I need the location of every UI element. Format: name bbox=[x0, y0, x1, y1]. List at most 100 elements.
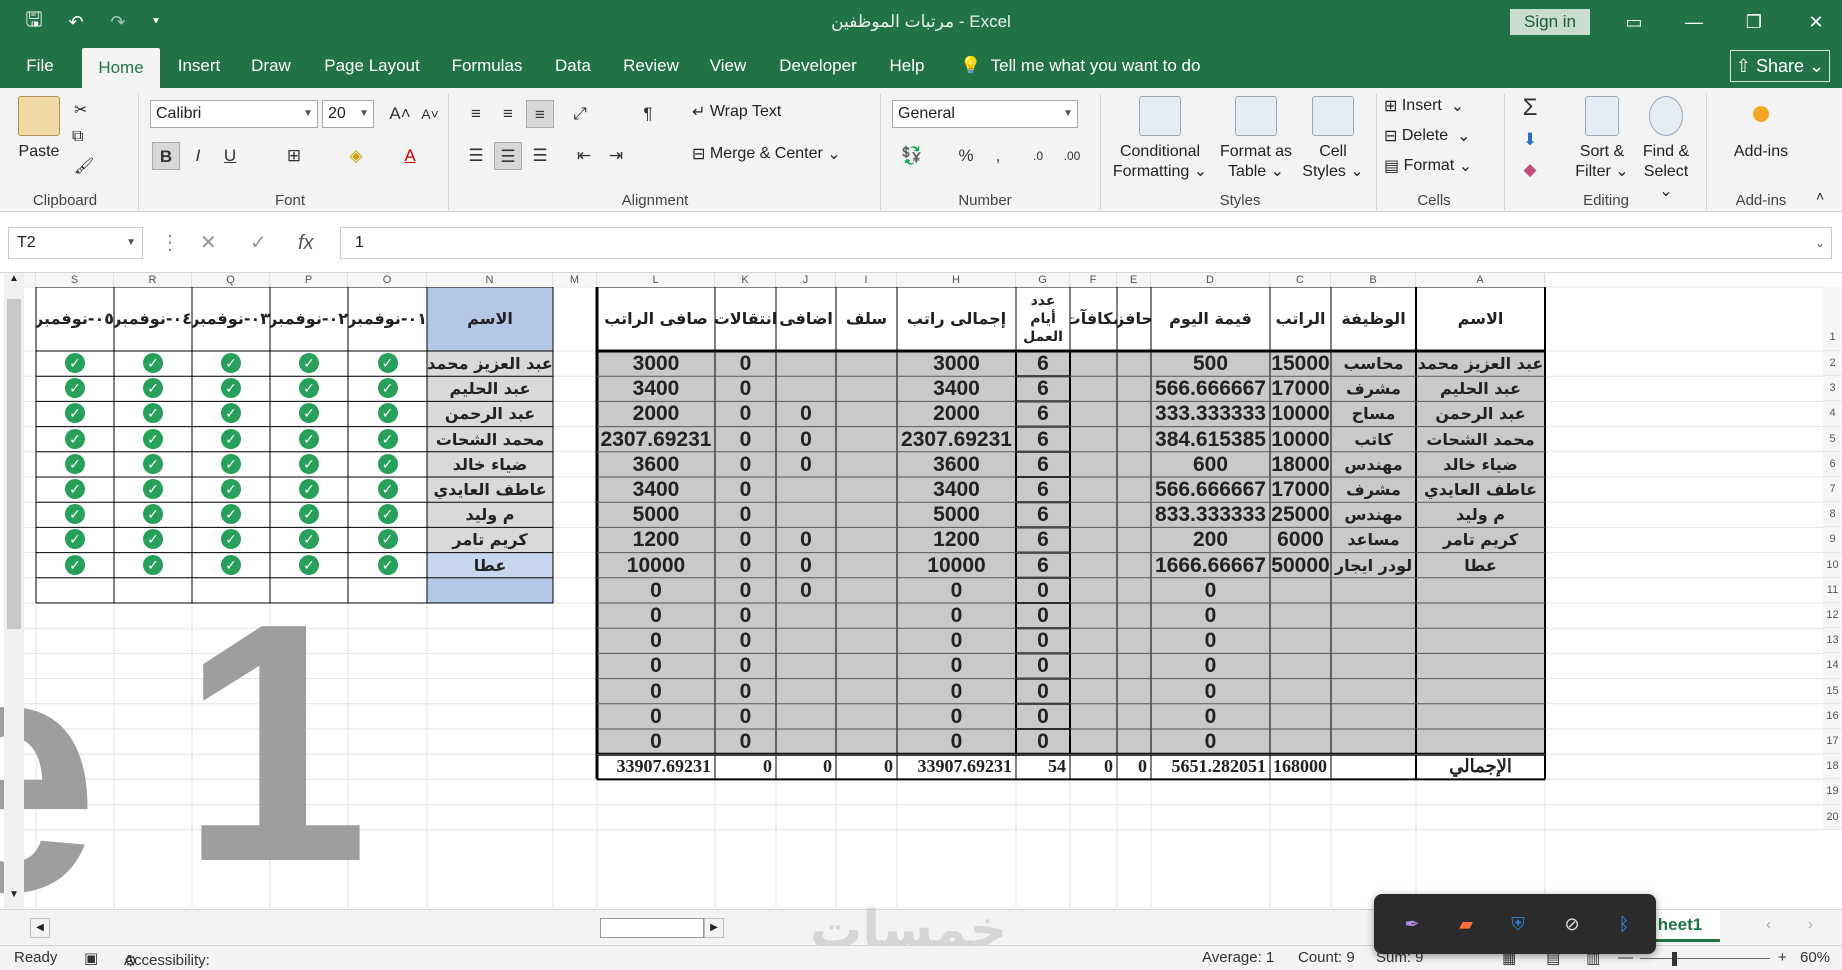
column-header-N[interactable]: N bbox=[427, 273, 553, 287]
merge-center-button[interactable]: ⊟ Merge & Center ⌄ bbox=[692, 144, 841, 164]
sign-in-button[interactable]: Sign in bbox=[1510, 9, 1590, 35]
salary-cell[interactable]: 333.333333 bbox=[1151, 401, 1270, 426]
delete-cells-button[interactable]: ⊟ Delete ⌄ bbox=[1384, 126, 1470, 146]
scroll-down-icon[interactable]: ▼ bbox=[4, 889, 24, 909]
salary-cell[interactable]: 0 bbox=[597, 729, 715, 754]
hidden-eye-icon[interactable]: ⊘ bbox=[1558, 911, 1586, 937]
row-header-5[interactable]: 5 bbox=[1823, 426, 1842, 452]
column-header-F[interactable]: F bbox=[1070, 273, 1117, 287]
clear-icon[interactable]: ◆ bbox=[1516, 156, 1544, 184]
salary-cell[interactable]: 17000 bbox=[1270, 376, 1331, 401]
row-header-18[interactable]: 18 bbox=[1823, 754, 1842, 780]
attendance-cell[interactable]: ✓ bbox=[36, 477, 114, 502]
underline-button[interactable]: U bbox=[216, 142, 244, 170]
attendance-cell[interactable]: ✓ bbox=[36, 427, 114, 452]
salary-header[interactable]: عدد أيام العمل bbox=[1016, 287, 1070, 351]
attendance-cell[interactable]: ✓ bbox=[192, 401, 270, 426]
row-header-4[interactable]: 4 bbox=[1823, 401, 1842, 427]
salary-cell[interactable]: عبد العزيز محمد bbox=[1416, 351, 1545, 376]
column-header-P[interactable]: P bbox=[270, 273, 348, 287]
attendance-cell[interactable]: ✓ bbox=[348, 477, 427, 502]
attendance-name-header[interactable]: الاسم bbox=[427, 287, 553, 351]
scroll-left-icon[interactable]: ◀ bbox=[30, 918, 50, 938]
attendance-cell[interactable]: ✓ bbox=[36, 502, 114, 527]
attendance-cell[interactable]: ✓ bbox=[192, 376, 270, 401]
attendance-cell[interactable]: ✓ bbox=[114, 477, 192, 502]
accounting-format-icon[interactable]: 💱 bbox=[898, 142, 926, 170]
salary-total-cell[interactable]: 0 bbox=[776, 754, 836, 779]
salary-total-cell[interactable]: 0 bbox=[1117, 754, 1151, 779]
attendance-cell[interactable]: ✓ bbox=[36, 351, 114, 376]
salary-cell[interactable]: 0 bbox=[715, 351, 776, 376]
salary-total-cell[interactable]: 0 bbox=[715, 754, 776, 779]
column-header-C[interactable]: C bbox=[1270, 273, 1331, 287]
align-middle-icon[interactable]: ≡ bbox=[494, 100, 522, 128]
salary-cell[interactable]: 6 bbox=[1016, 527, 1070, 552]
salary-cell[interactable]: 1666.66667 bbox=[1151, 553, 1270, 578]
align-left-icon[interactable]: ☰ bbox=[462, 142, 490, 170]
salary-cell[interactable]: 3000 bbox=[897, 351, 1016, 376]
salary-cell[interactable]: 50000 bbox=[1270, 553, 1331, 578]
worksheet-grid[interactable]: S R Q P O N M L K J I H G F E D C B A 1 2 3 4 5 6 7 8 9 10 11 12 13 14 15… bbox=[0, 273, 1842, 909]
attendance-cell[interactable]: ✓ bbox=[348, 401, 427, 426]
salary-cell[interactable]: 3600 bbox=[897, 452, 1016, 477]
row-header-6[interactable]: 6 bbox=[1823, 451, 1842, 477]
autosum-icon[interactable]: Σ bbox=[1516, 94, 1544, 122]
salary-cell[interactable]: 0 bbox=[1151, 653, 1270, 678]
salary-cell[interactable]: 0 bbox=[776, 452, 836, 477]
salary-cell[interactable]: 5000 bbox=[897, 502, 1016, 527]
salary-cell[interactable]: 6 bbox=[1016, 427, 1070, 452]
salary-cell[interactable]: 1200 bbox=[897, 527, 1016, 552]
salary-cell[interactable]: 0 bbox=[597, 653, 715, 678]
salary-cell[interactable]: 3400 bbox=[897, 376, 1016, 401]
salary-cell[interactable]: 6000 bbox=[1270, 527, 1331, 552]
column-header-D[interactable]: D bbox=[1151, 273, 1270, 287]
salary-cell[interactable]: 0 bbox=[597, 603, 715, 628]
salary-cell[interactable]: 833.333333 bbox=[1151, 502, 1270, 527]
attendance-cell[interactable]: ✓ bbox=[348, 376, 427, 401]
conditional-formatting-button[interactable]: Conditional Formatting ⌄ bbox=[1110, 96, 1210, 182]
column-header-E[interactable]: E bbox=[1117, 273, 1151, 287]
salary-cell[interactable]: 0 bbox=[897, 653, 1016, 678]
salary-cell[interactable]: 0 bbox=[597, 679, 715, 704]
scroll-right-icon[interactable]: ▶ bbox=[704, 918, 724, 938]
collapse-ribbon-icon[interactable]: ˄ bbox=[1816, 188, 1824, 204]
decrease-indent-icon[interactable]: ⇤ bbox=[570, 142, 598, 170]
attendance-name-cell[interactable]: عاطف العايدي bbox=[427, 477, 553, 502]
salary-cell[interactable]: 500 bbox=[1151, 351, 1270, 376]
salary-header[interactable]: اضافى bbox=[776, 287, 836, 351]
attendance-cell[interactable]: ✓ bbox=[270, 527, 348, 552]
minimize-icon[interactable]: — bbox=[1674, 6, 1714, 38]
row-header-14[interactable]: 14 bbox=[1823, 653, 1842, 679]
tab-developer[interactable]: Developer bbox=[770, 44, 866, 88]
format-as-table-button[interactable]: Format as Table ⌄ bbox=[1214, 96, 1298, 182]
format-painter-icon[interactable]: 🖌 bbox=[74, 156, 94, 176]
attendance-cell[interactable]: ✓ bbox=[36, 376, 114, 401]
tab-data[interactable]: Data bbox=[548, 44, 598, 88]
pen-icon[interactable]: ✒ bbox=[1398, 911, 1426, 937]
salary-cell[interactable]: 0 bbox=[897, 729, 1016, 754]
attendance-cell[interactable]: ✓ bbox=[348, 452, 427, 477]
salary-total-cell[interactable]: 5651.282051 bbox=[1151, 754, 1270, 779]
salary-cell[interactable]: 0 bbox=[1151, 679, 1270, 704]
attendance-name-cell[interactable]: م وليد bbox=[427, 502, 553, 527]
salary-total-cell[interactable]: 33907.69231 bbox=[897, 754, 1016, 779]
column-header-K[interactable]: K bbox=[715, 273, 776, 287]
fill-icon[interactable]: ⬇ bbox=[1516, 126, 1544, 154]
tab-help[interactable]: Help bbox=[884, 44, 930, 88]
share-button[interactable]: ⇧ Share ⌄ bbox=[1730, 50, 1830, 82]
wrap-text-button[interactable]: ↵ Wrap Text bbox=[692, 102, 781, 122]
copy-icon[interactable]: ⧉ bbox=[72, 128, 83, 146]
salary-cell[interactable]: 0 bbox=[715, 477, 776, 502]
column-header-B[interactable]: B bbox=[1331, 273, 1416, 287]
number-format-combo[interactable]: General ▼ bbox=[892, 100, 1078, 128]
salary-total-cell[interactable]: الإجمالي bbox=[1416, 754, 1545, 779]
attendance-cell[interactable]: ✓ bbox=[192, 452, 270, 477]
salary-cell[interactable]: 0 bbox=[715, 578, 776, 603]
salary-cell[interactable]: محمد الشحات bbox=[1416, 427, 1545, 452]
attendance-cell[interactable]: ✓ bbox=[348, 502, 427, 527]
salary-cell[interactable]: 200 bbox=[1151, 527, 1270, 552]
zoom-in-icon[interactable]: + bbox=[1778, 949, 1787, 966]
salary-cell[interactable]: 384.615385 bbox=[1151, 427, 1270, 452]
formula-input[interactable]: 1 ⌄ bbox=[340, 227, 1832, 259]
